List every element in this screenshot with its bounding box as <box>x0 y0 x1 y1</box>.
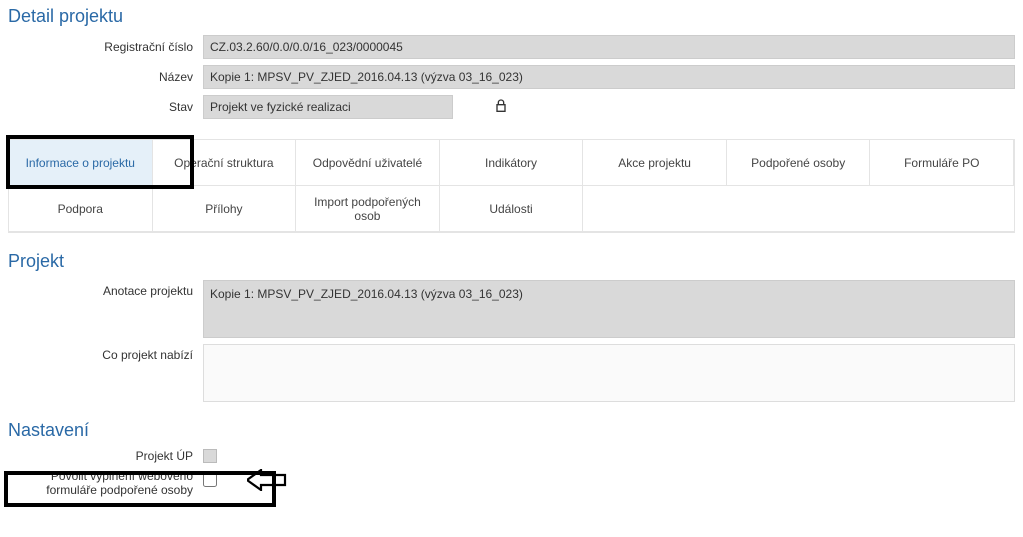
row-state: Stav <box>8 95 1015 119</box>
arrow-left-icon <box>247 469 287 491</box>
row-reg-number: Registrační číslo <box>8 35 1015 59</box>
label-project-up: Projekt ÚP <box>8 449 203 463</box>
detail-title: Detail projektu <box>8 6 1015 27</box>
tab-formulare-po[interactable]: Formuláře PO <box>870 140 1014 186</box>
tab-udalosti[interactable]: Události <box>440 186 584 232</box>
tabs-container: Informace o projektu Operační struktura … <box>8 139 1015 233</box>
input-state <box>203 95 453 119</box>
tab-informace-o-projektu[interactable]: Informace o projektu <box>9 140 153 186</box>
row-project-up: Projekt ÚP <box>8 449 1015 463</box>
row-offers: Co projekt nabízí <box>8 344 1015 402</box>
tab-akce-projektu[interactable]: Akce projektu <box>583 140 727 186</box>
label-reg-number: Registrační číslo <box>8 40 203 54</box>
textarea-offers[interactable] <box>203 344 1015 402</box>
label-webform-enable: Povolit vyplnění webového formuláře podp… <box>8 469 203 498</box>
tab-podporene-osoby[interactable]: Podpořené osoby <box>727 140 871 186</box>
label-offers: Co projekt nabízí <box>8 344 203 362</box>
tab-prilohy[interactable]: Přílohy <box>153 186 297 232</box>
label-state: Stav <box>8 100 203 114</box>
tab-podpora[interactable]: Podpora <box>9 186 153 232</box>
tab-indikatory[interactable]: Indikátory <box>440 140 584 186</box>
lock-icon <box>493 98 509 117</box>
tab-empty-1 <box>583 186 727 232</box>
settings-title: Nastavení <box>8 420 1015 441</box>
tab-import-osob[interactable]: Import podpořených osob <box>296 186 440 232</box>
label-name: Název <box>8 70 203 84</box>
label-annotation: Anotace projektu <box>8 280 203 298</box>
checkbox-project-up <box>203 449 217 463</box>
project-title: Projekt <box>8 251 1015 272</box>
checkbox-webform-enable[interactable] <box>203 473 217 487</box>
tab-operacni-struktura[interactable]: Operační struktura <box>153 140 297 186</box>
tab-empty-3 <box>870 186 1014 232</box>
row-annotation: Anotace projektu <box>8 280 1015 338</box>
row-webform-enable: Povolit vyplnění webového formuláře podp… <box>8 469 1015 498</box>
input-name <box>203 65 1015 89</box>
row-name: Název <box>8 65 1015 89</box>
tab-odpovedni-uzivatele[interactable]: Odpovědní uživatelé <box>296 140 440 186</box>
input-reg-number <box>203 35 1015 59</box>
tab-empty-2 <box>727 186 871 232</box>
textarea-annotation <box>203 280 1015 338</box>
